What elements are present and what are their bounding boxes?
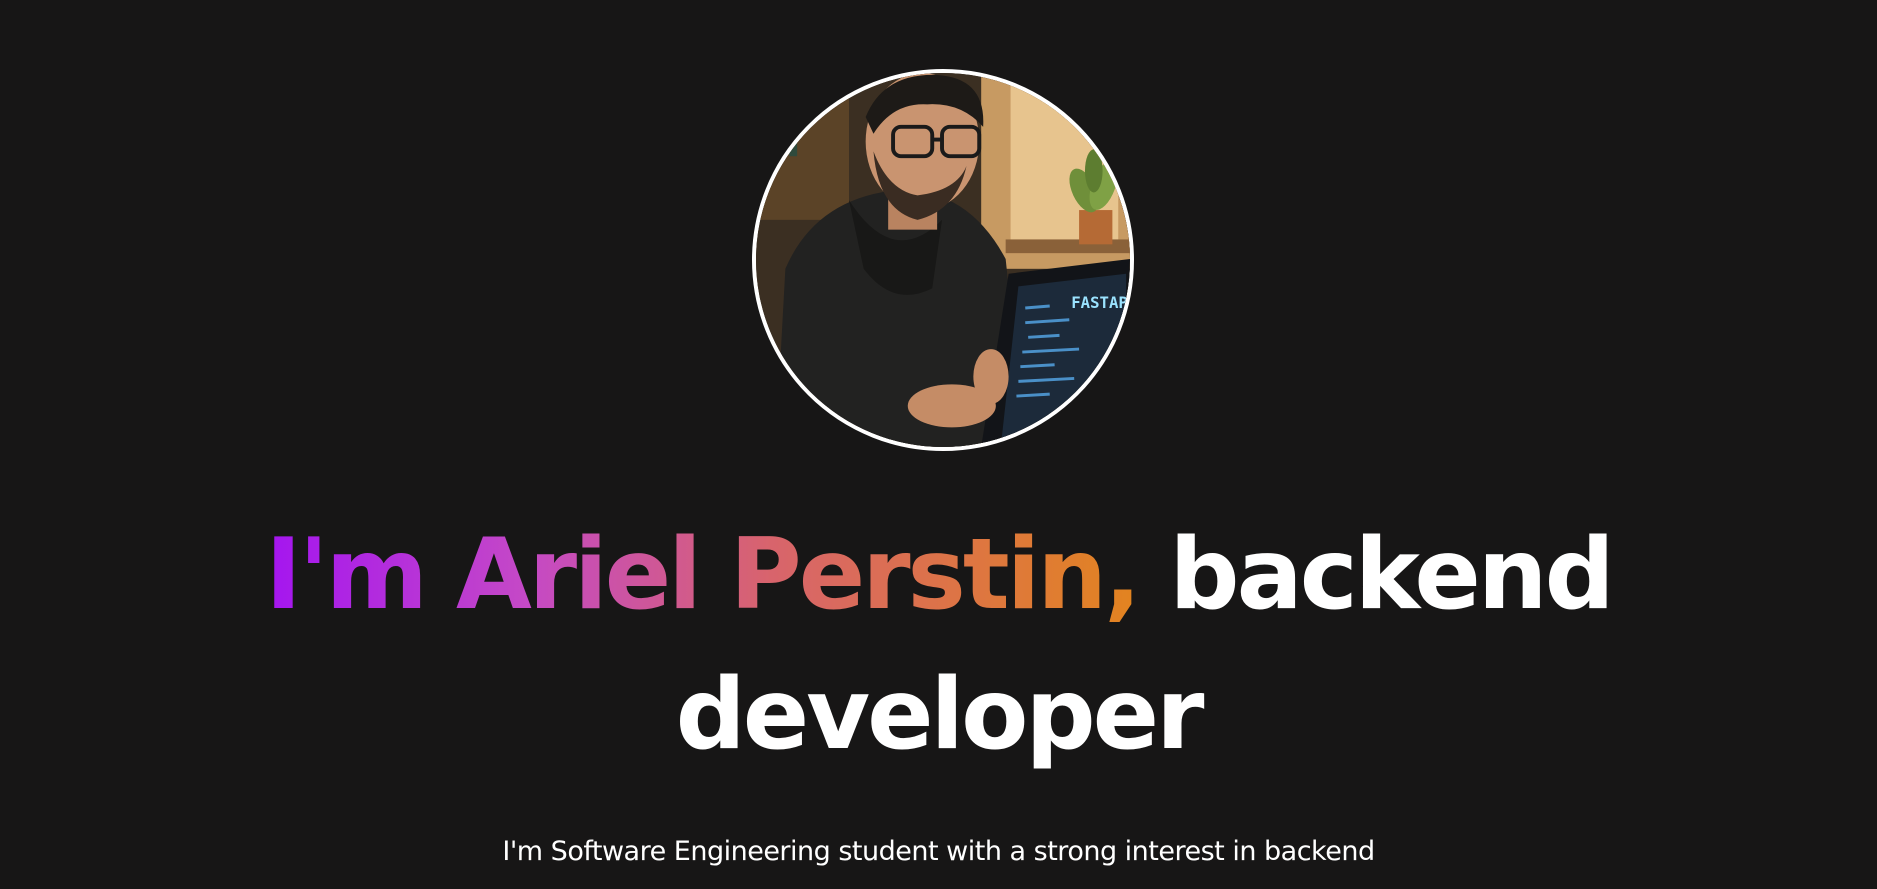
profile-avatar: FASTAPI — [752, 69, 1134, 451]
headline-name-highlight: I'm Ariel Perstin, — [265, 518, 1141, 632]
hero-headline: I'm Ariel Perstin, backend developer — [0, 505, 1877, 785]
hero-tagline: I'm Software Engineering student with a … — [502, 836, 1375, 867]
laptop-screen-label: FASTAPI — [1071, 293, 1130, 312]
avatar-illustration: FASTAPI — [756, 73, 1130, 447]
headline-role-part1: backend — [1138, 518, 1614, 632]
headline-role-part2: developer — [675, 658, 1205, 772]
hero-section: FASTAPI I'm Ariel Perstin, backend devel… — [0, 0, 1877, 889]
